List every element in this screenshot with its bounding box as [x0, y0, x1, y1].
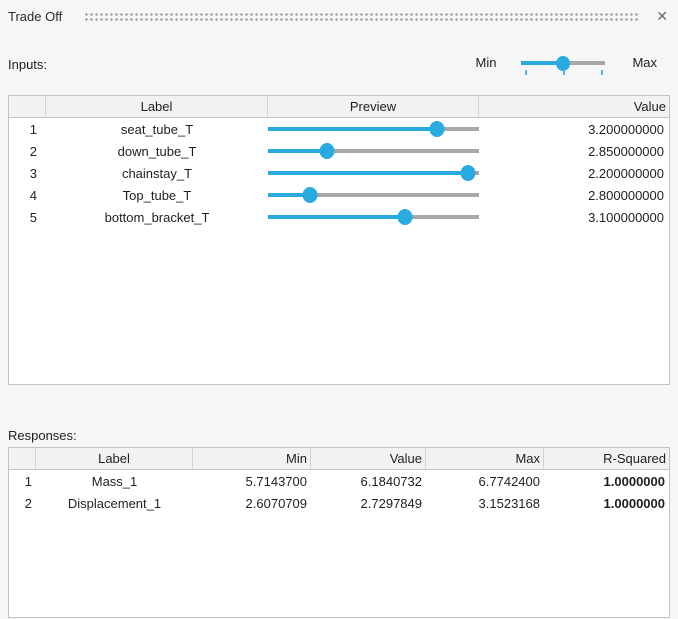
close-icon[interactable]: ✕ — [654, 9, 670, 23]
column-header-min[interactable]: Min — [193, 448, 311, 469]
column-header-rownum[interactable] — [9, 96, 46, 117]
input-value[interactable]: 2.800000000 — [479, 188, 669, 203]
response-min: 5.7143700 — [193, 474, 311, 489]
column-header-label[interactable]: Label — [46, 96, 268, 117]
input-value[interactable]: 2.200000000 — [479, 166, 669, 181]
response-value: 2.7297849 — [311, 496, 426, 511]
input-label: bottom_bracket_T — [46, 210, 268, 225]
preview-slider[interactable] — [268, 185, 479, 205]
inputs-table: Label Preview Value 1 seat_tube_T 3.2000… — [8, 95, 670, 385]
slider-thumb[interactable] — [320, 143, 335, 159]
column-header-value[interactable]: Value — [479, 96, 669, 117]
input-label: down_tube_T — [46, 144, 268, 159]
table-row: 5 bottom_bracket_T 3.100000000 — [9, 206, 669, 228]
preview-cell — [268, 185, 479, 205]
global-minmax-slider[interactable] — [521, 53, 605, 75]
table-row: 1 Mass_1 5.7143700 6.1840732 6.7742400 1… — [9, 470, 669, 492]
preview-cell — [268, 207, 479, 227]
column-header-max[interactable]: Max — [426, 448, 544, 469]
panel-titlebar: Trade Off ✕ — [0, 0, 678, 32]
preview-cell — [268, 119, 479, 139]
preview-slider[interactable] — [268, 119, 479, 139]
row-number: 3 — [9, 166, 46, 181]
row-number: 4 — [9, 188, 46, 203]
table-row: 4 Top_tube_T 2.800000000 — [9, 184, 669, 206]
slider-thumb[interactable] — [556, 56, 570, 71]
input-value[interactable]: 3.200000000 — [479, 122, 669, 137]
response-max: 3.1523168 — [426, 496, 544, 511]
column-header-preview[interactable]: Preview — [268, 96, 479, 117]
row-number: 2 — [9, 496, 36, 511]
input-label: seat_tube_T — [46, 122, 268, 137]
panel-title: Trade Off — [8, 9, 62, 24]
table-row: 3 chainstay_T 2.200000000 — [9, 162, 669, 184]
table-row: 1 seat_tube_T 3.200000000 — [9, 118, 669, 140]
row-number: 5 — [9, 210, 46, 225]
inputs-table-header: Label Preview Value — [9, 96, 669, 118]
table-row: 2 Displacement_1 2.6070709 2.7297849 3.1… — [9, 492, 669, 514]
column-header-rsquared[interactable]: R-Squared — [544, 448, 669, 469]
slider-ticks — [521, 70, 605, 76]
response-rsquared: 1.0000000 — [544, 474, 669, 489]
column-header-rownum[interactable] — [9, 448, 36, 469]
preview-slider[interactable] — [268, 163, 479, 183]
input-label: Top_tube_T — [46, 188, 268, 203]
preview-slider[interactable] — [268, 207, 479, 227]
row-number: 2 — [9, 144, 46, 159]
slider-thumb[interactable] — [429, 121, 444, 137]
response-label: Displacement_1 — [36, 496, 193, 511]
preview-slider[interactable] — [268, 141, 479, 161]
responses-table-header: Label Min Value Max R-Squared — [9, 448, 669, 470]
slider-thumb[interactable] — [398, 209, 413, 225]
min-label: Min — [475, 53, 496, 70]
drag-handle-icon[interactable] — [84, 12, 640, 22]
response-label: Mass_1 — [36, 474, 193, 489]
response-max: 6.7742400 — [426, 474, 544, 489]
minmax-slider-group: Min Max — [475, 53, 657, 75]
slider-thumb[interactable] — [303, 187, 318, 203]
input-value[interactable]: 3.100000000 — [479, 210, 669, 225]
preview-cell — [268, 163, 479, 183]
response-min: 2.6070709 — [193, 496, 311, 511]
response-rsquared: 1.0000000 — [544, 496, 669, 511]
input-label: chainstay_T — [46, 166, 268, 181]
column-header-value[interactable]: Value — [311, 448, 426, 469]
table-row: 2 down_tube_T 2.850000000 — [9, 140, 669, 162]
inputs-label: Inputs: — [8, 57, 47, 72]
responses-label: Responses: — [8, 428, 77, 443]
max-label: Max — [632, 53, 657, 70]
column-header-label[interactable]: Label — [36, 448, 193, 469]
preview-cell — [268, 141, 479, 161]
row-number: 1 — [9, 122, 46, 137]
responses-table: Label Min Value Max R-Squared 1 Mass_1 5… — [8, 447, 670, 618]
row-number: 1 — [9, 474, 36, 489]
input-value[interactable]: 2.850000000 — [479, 144, 669, 159]
response-value: 6.1840732 — [311, 474, 426, 489]
slider-thumb[interactable] — [461, 165, 476, 181]
